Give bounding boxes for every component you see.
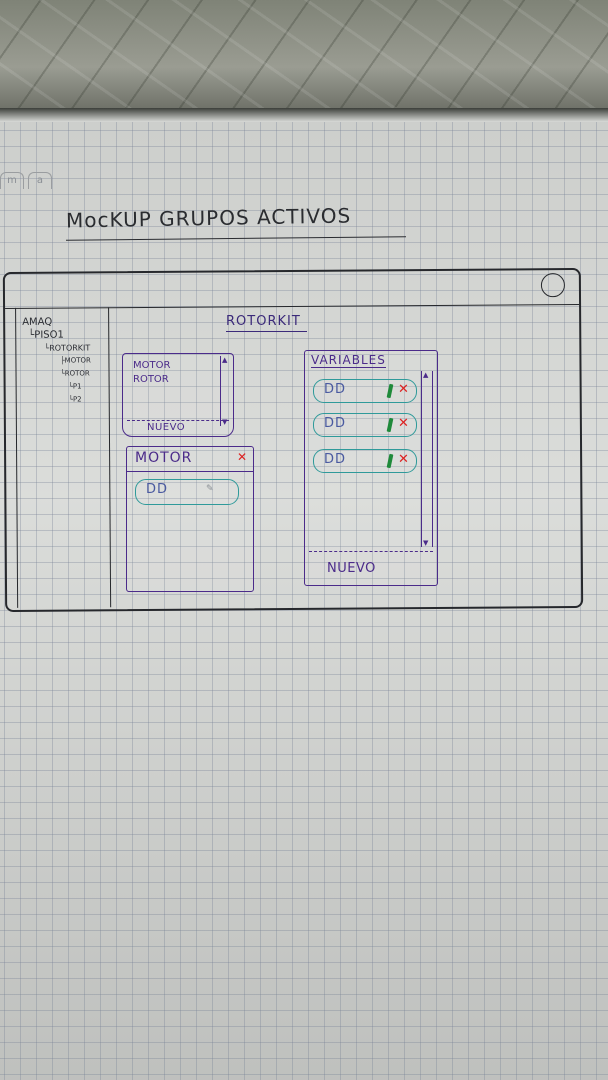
dashed-divider — [309, 551, 433, 552]
tree-node-p1[interactable]: └P1 — [23, 380, 92, 393]
group-list-panel: MOTOR ROTOR ▲ ▼ NUEVO — [122, 353, 234, 437]
tree-node-piso1[interactable]: └PISO1 — [22, 328, 91, 341]
page-edge — [0, 108, 608, 122]
pencil-icon: ✎ — [206, 484, 214, 494]
asset-tree: AMAQ └PISO1 └ROTORKIT ├MOTOR └ROTOR └P1 … — [22, 315, 91, 406]
dashed-divider — [127, 420, 229, 421]
close-icon[interactable]: ✕ — [237, 450, 247, 464]
notebook-tab: m — [0, 172, 24, 189]
group-list-scrollbar[interactable]: ▲ ▼ — [220, 356, 231, 426]
new-group-button[interactable]: NUEVO — [147, 422, 185, 433]
motor-panel: MOTOR ✕ DD ✎ — [126, 446, 254, 592]
tree-node-amaq[interactable]: AMAQ — [22, 315, 91, 328]
variable-item[interactable]: DD ✕ — [313, 449, 417, 473]
field-value: DD — [146, 482, 169, 497]
pencil-icon[interactable] — [386, 417, 394, 433]
x-icon[interactable]: ✕ — [398, 382, 409, 397]
variable-value: DD — [324, 452, 347, 467]
tree-node-label: PISO1 — [34, 329, 64, 341]
variables-title: VARIABLES — [311, 353, 386, 368]
variables-panel: VARIABLES ▲ ▼ DD ✕ DD ✕ DD ✕ NUEVO — [304, 350, 438, 586]
group-list-item[interactable]: ROTOR — [133, 374, 169, 385]
tree-sidebar: AMAQ └PISO1 └ROTORKIT ├MOTOR └ROTOR └P1 … — [15, 307, 112, 608]
tree-node-rotor[interactable]: └ROTOR — [22, 367, 91, 380]
motor-panel-title: MOTOR — [135, 450, 193, 466]
scroll-down-icon[interactable]: ▼ — [423, 539, 428, 547]
tree-node-motor[interactable]: ├MOTOR — [22, 354, 91, 367]
window-close-button[interactable] — [540, 273, 566, 298]
notebook-tab: a — [28, 172, 52, 189]
motor-panel-header: MOTOR ✕ — [127, 447, 253, 472]
pencil-icon[interactable] — [386, 453, 394, 469]
tree-node-label: ROTORKIT — [49, 343, 91, 353]
tree-node-rotorkit[interactable]: └ROTORKIT — [22, 341, 91, 354]
x-icon[interactable]: ✕ — [398, 452, 409, 467]
tree-node-label: MOTOR — [64, 356, 91, 365]
variable-value: DD — [324, 416, 347, 431]
x-icon[interactable]: ✕ — [398, 416, 409, 431]
notebook-tabs: m a — [0, 172, 52, 189]
floor-background — [0, 0, 608, 112]
variables-scrollbar[interactable]: ▲ ▼ — [421, 371, 433, 547]
scroll-up-icon[interactable]: ▲ — [222, 356, 227, 364]
group-heading: ROTORKIT — [226, 314, 307, 332]
group-list-item[interactable]: MOTOR — [133, 360, 170, 371]
scroll-up-icon[interactable]: ▲ — [423, 371, 428, 379]
variable-item[interactable]: DD ✕ — [313, 413, 417, 437]
new-variable-button[interactable]: NUEVO — [327, 561, 376, 576]
mockup-title: MocKUP GRUPOS ACTIVOS — [65, 203, 352, 233]
variable-value: DD — [324, 382, 347, 397]
motor-field-pill[interactable]: DD ✎ — [135, 479, 239, 505]
tree-node-p2[interactable]: └P2 — [23, 393, 92, 406]
pencil-icon[interactable] — [386, 383, 394, 399]
tree-node-label: P2 — [72, 395, 82, 404]
tree-node-label: ROTOR — [64, 369, 90, 378]
variable-item[interactable]: DD ✕ — [313, 379, 417, 403]
tree-node-label: P1 — [72, 382, 82, 391]
